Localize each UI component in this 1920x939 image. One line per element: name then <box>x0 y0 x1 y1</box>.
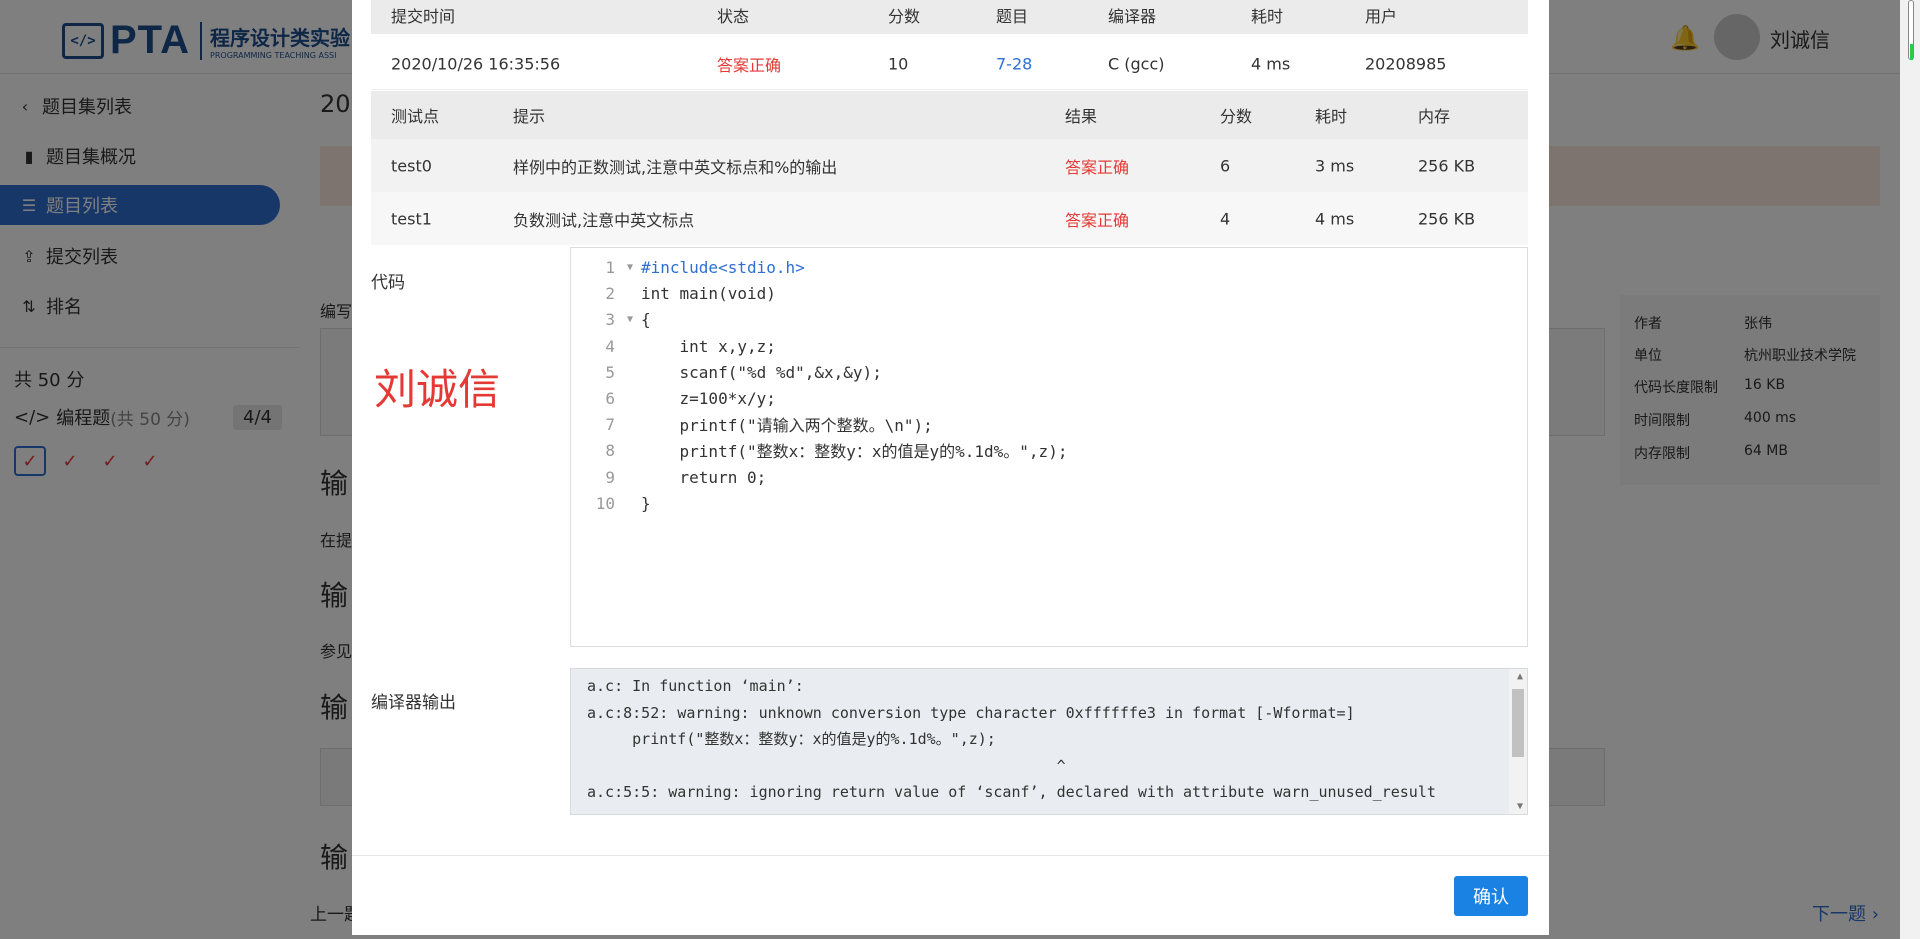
cell-duration: 4 ms <box>1315 209 1355 228</box>
chevron-down-icon[interactable]: ▼ <box>1517 801 1523 812</box>
cell-time: 2020/10/26 16:35:56 <box>391 54 561 73</box>
cell-test-id: test0 <box>391 156 432 175</box>
code-line: 10} <box>595 493 651 513</box>
cell-hint: 负数测试,注意中英文标点 <box>513 210 695 230</box>
output-line: a.c: In function ‘main’: <box>587 677 804 695</box>
code-line: 8 printf("整数x：整数y：x的值是y的%.1d%。",z); <box>605 440 1068 462</box>
table-row: 2020/10/26 16:35:56 答案正确 10 7-28 C (gcc)… <box>371 38 1528 90</box>
col-header: 提示 <box>513 107 546 126</box>
code-editor[interactable]: 1 ▼ #include<stdio.h> 2 int main(void) 3 ▼{ … <box>570 247 1528 647</box>
cell-compiler: C (gcc) <box>1108 54 1165 73</box>
test-table-header: 测试点 提示 结果 分数 耗时 内存 <box>371 91 1528 139</box>
col-header: 用户 <box>1365 7 1398 26</box>
col-header: 测试点 <box>391 107 440 126</box>
code-line: 9 return 0; <box>605 467 767 487</box>
code-line: 6 z=100*x/y; <box>605 388 776 408</box>
output-line: a.c:5:5: warning: ignoring return value … <box>587 783 1436 801</box>
cell-test-id: test1 <box>391 209 432 228</box>
col-header: 分数 <box>1220 107 1253 126</box>
submission-table-header: 提交时间 状态 分数 题目 编译器 耗时 用户 <box>371 0 1528 34</box>
cell-duration: 3 ms <box>1315 156 1355 175</box>
cell-score: 6 <box>1220 156 1231 175</box>
code-line: 4 int x,y,z; <box>605 336 776 356</box>
cell-memory: 256 KB <box>1418 209 1476 228</box>
cell-duration: 4 ms <box>1251 54 1291 73</box>
col-header: 提交时间 <box>391 7 456 26</box>
code-line: 7 printf("请输入两个整数。\n"); <box>605 414 933 436</box>
cell-score: 4 <box>1220 209 1231 228</box>
col-header: 耗时 <box>1315 107 1348 126</box>
col-header: 结果 <box>1065 107 1098 126</box>
cell-status: 答案正确 <box>717 55 782 75</box>
code-line: 3 ▼{ <box>605 309 651 329</box>
output-line: a.c:8:52: warning: unknown conversion ty… <box>587 704 1355 722</box>
cell-score: 10 <box>888 54 909 73</box>
col-header: 编译器 <box>1108 7 1157 26</box>
chevron-up-icon[interactable]: ▲ <box>1517 671 1523 682</box>
watermark: 刘诚信 <box>374 365 501 414</box>
compiler-output[interactable]: a.c: In function ‘main’: a.c:8:52: warni… <box>570 668 1528 815</box>
confirm-button[interactable]: 确认 <box>1454 876 1528 916</box>
output-line: ^ <box>587 757 1066 775</box>
code-label: 代码 <box>371 273 405 293</box>
page-scrollbar[interactable] <box>1900 0 1920 939</box>
cell-user: 20208985 <box>1365 54 1447 73</box>
cell-result: 答案正确 <box>1065 157 1130 177</box>
cell-memory: 256 KB <box>1418 156 1476 175</box>
scrollbar-thumb[interactable] <box>1512 689 1524 757</box>
col-header: 题目 <box>996 7 1029 26</box>
compiler-output-label: 编译器输出 <box>371 693 456 713</box>
code-line: 1 ▼ #include<stdio.h> <box>605 257 805 277</box>
col-header: 分数 <box>888 7 921 26</box>
code-line: 2 int main(void) <box>605 283 776 303</box>
table-row: test0 样例中的正数测试,注意中英文标点和%的输出 答案正确 6 3 ms … <box>371 139 1528 192</box>
fold-arrow-icon[interactable]: ▼ <box>619 314 641 325</box>
code-line: 5 scanf("%d %d",&x,&y); <box>605 362 882 382</box>
col-header: 内存 <box>1418 107 1451 126</box>
modal-footer-divider <box>352 855 1549 856</box>
cell-result: 答案正确 <box>1065 210 1130 230</box>
fold-arrow-icon[interactable]: ▼ <box>619 262 641 273</box>
output-line: printf("整数x：整数y：x的值是y的%.1d%。",z); <box>587 730 996 748</box>
col-header: 状态 <box>717 7 750 26</box>
scroll-indicator <box>1910 44 1913 60</box>
cell-problem-link[interactable]: 7-28 <box>996 54 1032 73</box>
col-header: 耗时 <box>1251 7 1284 26</box>
table-row: test1 负数测试,注意中英文标点 答案正确 4 4 ms 256 KB <box>371 192 1528 245</box>
cell-hint: 样例中的正数测试,注意中英文标点和%的输出 <box>513 157 838 177</box>
